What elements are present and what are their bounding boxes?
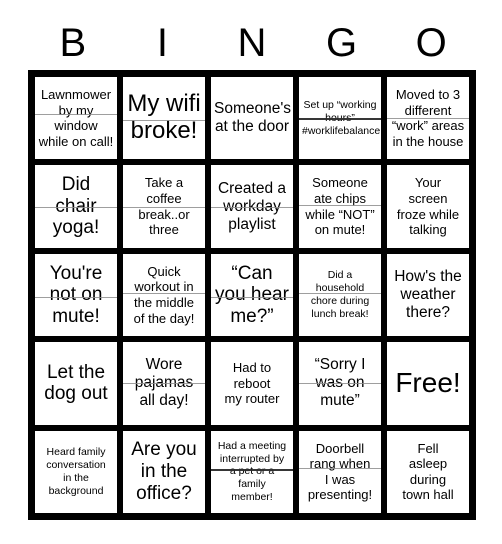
bingo-cell-r2c4[interactable]: Someone ate chips while “NOT” on mute! [296, 162, 384, 251]
bingo-cell-text: Your screen froze while talking [396, 175, 460, 238]
bingo-cell-r3c4[interactable]: Did a household chore during lunch break… [296, 250, 384, 340]
bingo-cell-r3c5[interactable]: How's the weather there? [384, 250, 472, 340]
bingo-cell-r2c1[interactable]: Did chair yoga! [32, 162, 120, 251]
bingo-header-letter-i: I [156, 21, 168, 65]
bingo-cell-r2c3[interactable]: Created a workday playlist [208, 162, 296, 251]
bingo-cell-text: Are you in the office? [131, 439, 197, 504]
bingo-header-row: BINGO [28, 16, 476, 70]
bingo-cell-text: Take a coffee break..or three [138, 175, 190, 238]
bingo-cell-text: Free! [395, 366, 461, 398]
bingo-cell-text: “Sorry I was on mute” [314, 356, 366, 410]
bingo-cell-r3c1[interactable]: You're not on mute! [32, 250, 120, 340]
bingo-cell-r1c2[interactable]: My wifi broke! [120, 74, 208, 163]
bingo-cell-text: Wore pajamas all day! [134, 356, 194, 410]
bingo-card: B I N G O Lawnmower by my window while on ca… [0, 0, 502, 544]
bingo-header-letter-g: G [326, 21, 358, 65]
bingo-cell-text: Let the dog out [44, 361, 108, 405]
bingo-cell-r4c5[interactable]: Free! [384, 339, 472, 428]
bingo-cell-text: Did a household chore during lunch break… [310, 269, 370, 320]
bingo-grid: Lawnmower by my window while on call! My … [28, 70, 476, 520]
bingo-cell-r5c4[interactable]: Doorbell rang when I was presenting! [296, 427, 384, 516]
bingo-cell-r4c3[interactable]: Had to reboot my router [208, 339, 296, 428]
bingo-cell-r4c1[interactable]: Let the dog out [32, 339, 120, 428]
bingo-cell-text: Created a workday playlist [217, 179, 287, 233]
bingo-cell-r1c1[interactable]: Lawnmower by my window while on call! [32, 74, 120, 163]
bingo-cell-text: How's the weather there? [394, 268, 462, 321]
bingo-cell-text: Doorbell rang when I was presenting! [307, 440, 373, 503]
bingo-cell-r1c5[interactable]: Moved to 3 different “work” areas in the… [384, 74, 472, 163]
bingo-cell-r3c3[interactable]: “Can you hear me?” [208, 250, 296, 340]
bingo-cell-text: You're not on mute! [49, 262, 103, 327]
bingo-cell-text: Quick workout in the middle of the day! [133, 263, 195, 326]
bingo-cell-r3c2[interactable]: Quick workout in the middle of the day! [120, 250, 208, 340]
bingo-cell-text: Someone ate chips while “NOT” on mute! [305, 175, 375, 238]
bingo-cell-r2c2[interactable]: Take a coffee break..or three [120, 162, 208, 251]
bingo-header-letter-b: B [59, 21, 87, 65]
bingo-cell-text: Lawnmower by my window while on call! [38, 87, 114, 149]
bingo-cell-r4c2[interactable]: Wore pajamas all day! [120, 339, 208, 428]
bingo-cell-r5c1[interactable]: Heard family conversation in the backgro… [32, 427, 120, 516]
bingo-cell-text: Did chair yoga! [52, 174, 100, 239]
bingo-cell-text: Had to reboot my router [224, 360, 280, 407]
bingo-header-letter-n: N [237, 21, 267, 65]
bingo-cell-text: “Can you hear me?” [215, 262, 289, 327]
bingo-cell-text: Moved to 3 different “work” areas in the… [391, 87, 465, 149]
bingo-cell-r1c4[interactable]: Set up “working hours” #worklifebalance [296, 74, 384, 163]
bingo-cell-text: Had a meeting interrupted by a pet or a … [217, 439, 287, 503]
bingo-cell-text: Set up “working hours” #worklifebalance [302, 99, 381, 137]
bingo-header-letter-o: O [415, 21, 447, 65]
bingo-cell-text: My wifi broke! [127, 90, 201, 145]
bingo-cell-r5c2[interactable]: Are you in the office? [120, 427, 208, 516]
bingo-cell-r4c4[interactable]: “Sorry I was on mute” [296, 339, 384, 428]
bingo-cell-text: Fell asleep during town hall [402, 440, 454, 503]
bingo-cell-text: Heard family conversation in the backgro… [46, 446, 106, 497]
bingo-cell-r2c5[interactable]: Your screen froze while talking [384, 162, 472, 251]
bingo-cell-r5c5[interactable]: Fell asleep during town hall [384, 427, 472, 516]
bingo-cell-r1c3[interactable]: Someone's at the door [208, 74, 296, 163]
bingo-cell-text: Someone's at the door [214, 100, 292, 136]
bingo-cell-r5c3[interactable]: Had a meeting interrupted by a pet or a … [208, 427, 296, 516]
